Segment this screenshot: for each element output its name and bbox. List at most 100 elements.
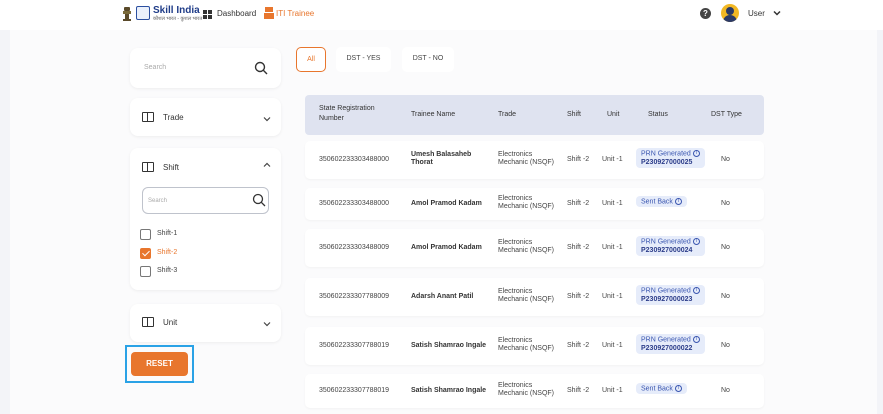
col-header-status: Status [648, 111, 668, 118]
unit: Unit -1 [602, 293, 623, 300]
status-badge: Sent Back i [636, 196, 687, 208]
info-icon[interactable]: i [692, 336, 700, 343]
trade: Electronics Mechanic (NSQF) [498, 239, 555, 254]
shift-filter-card: Shift [130, 148, 281, 290]
dashboard-grid-icon[interactable] [203, 10, 213, 19]
avatar[interactable] [721, 4, 739, 22]
book-icon [142, 317, 154, 327]
status-badge: PRN Generated i P230927000023 [636, 285, 705, 306]
prn-number: P230927000022 [641, 345, 693, 353]
status-text: Sent Back [641, 198, 673, 206]
shift: Shift -2 [567, 200, 590, 207]
trade: Electronics Mechanic (NSQF) [498, 382, 555, 397]
info-icon[interactable]: i [674, 385, 682, 392]
unit: Unit -1 [602, 387, 623, 394]
status-text: PRN Generated [641, 150, 691, 158]
trainee-name: Amol Pramod Kadam [411, 244, 482, 251]
sidebar-search-input[interactable]: Search [144, 64, 166, 71]
unit: Unit -1 [602, 244, 623, 251]
shift-option-label: Shift-1 [157, 230, 178, 237]
col-header-trade: Trade [498, 111, 517, 118]
brand-title[interactable]: Skill India [153, 5, 200, 16]
reg-number: 350602233303488000 [319, 156, 390, 163]
shift-filter-label[interactable]: Shift [163, 163, 179, 172]
table-row[interactable]: 350602233307788019 Satish Shamrao Ingale… [305, 374, 764, 408]
info-icon[interactable]: i [692, 238, 700, 245]
reg-number: 350602233303488009 [319, 244, 390, 251]
dst-type: No [721, 200, 730, 207]
status-badge: PRN Generated i P230927000022 [636, 334, 705, 355]
status-badge: PRN Generated i P230927000024 [636, 236, 705, 257]
trade: Electronics Mechanic (NSQF) [498, 195, 555, 210]
col-header-name: Trainee Name [411, 111, 456, 118]
search-icon[interactable] [254, 61, 268, 75]
trade: Electronics Mechanic (NSQF) [498, 288, 555, 303]
table-row[interactable]: 350602233303488000 Umesh Balasaheb Thora… [305, 141, 764, 179]
trainee-name: Satish Shamrao Ingale [411, 387, 487, 394]
status-text: PRN Generated [641, 238, 691, 246]
reset-button[interactable]: RESET [131, 352, 188, 376]
col-header-dst-type: DST Type [711, 111, 742, 118]
status-badge: Sent Back i [636, 383, 687, 395]
tab-all[interactable]: All [296, 47, 326, 72]
reg-number: 350602233307788019 [319, 387, 390, 394]
reg-number: 350602233307788009 [319, 293, 390, 300]
col-header-registration: State Registration Number [319, 105, 375, 122]
status-text: Sent Back [641, 385, 673, 393]
table-row[interactable]: 350602233303488000 Amol Pramod Kadam Ele… [305, 188, 764, 220]
tab-dst-yes[interactable]: DST - YES [336, 47, 391, 72]
dst-type: No [721, 293, 730, 300]
table-row[interactable]: 350602233307788009 Adarsh Anant Patil El… [305, 278, 764, 316]
search-icon[interactable] [252, 193, 266, 207]
col-header-unit: Unit [607, 111, 620, 118]
shift-search-placeholder: Search [148, 198, 168, 204]
shift-search-input[interactable]: Search [142, 187, 269, 214]
tab-dst-no[interactable]: DST - NO [402, 47, 454, 72]
user-menu-label[interactable]: User [748, 9, 765, 18]
chevron-down-icon[interactable] [263, 321, 271, 327]
unit-filter-card[interactable]: Unit [130, 304, 281, 342]
checkbox[interactable] [140, 229, 151, 240]
shift: Shift -2 [567, 342, 590, 349]
info-icon[interactable]: i [692, 150, 700, 157]
unit: Unit -1 [602, 342, 623, 349]
info-icon[interactable]: i [692, 287, 700, 294]
trade-filter-label: Trade [163, 113, 184, 122]
book-icon [142, 112, 154, 122]
trainee-name: Adarsh Anant Patil [411, 293, 474, 300]
trainee-name: Amol Pramod Kadam [411, 200, 482, 207]
prn-number: P230927000023 [641, 296, 693, 304]
reset-highlight: RESET [125, 345, 194, 383]
trade-filter-card[interactable]: Trade [130, 98, 281, 136]
trade: Electronics Mechanic (NSQF) [498, 337, 555, 352]
skill-india-logo-icon[interactable] [136, 6, 150, 20]
status-badge: PRN Generated i P230927000025 [636, 148, 705, 169]
prn-number: P230927000024 [641, 247, 693, 255]
table-row[interactable]: 350602233303488009 Amol Pramod Kadam Ele… [305, 229, 764, 267]
checkbox[interactable] [140, 266, 151, 277]
unit: Unit -1 [602, 156, 623, 163]
trainee-icon[interactable] [264, 7, 274, 19]
reg-number: 350602233303488000 [319, 200, 390, 207]
book-icon [142, 162, 154, 172]
shift-option-label: Shift-2 [157, 249, 178, 256]
dst-type: No [721, 387, 730, 394]
checkbox-checked[interactable] [140, 248, 151, 259]
shift: Shift -2 [567, 387, 590, 394]
info-icon[interactable]: i [674, 198, 682, 205]
chevron-up-icon[interactable] [263, 162, 271, 168]
chevron-down-icon[interactable] [773, 9, 781, 17]
col-header-shift: Shift [567, 111, 582, 118]
trade: Electronics Mechanic (NSQF) [498, 151, 555, 166]
shift: Shift -2 [567, 244, 590, 251]
shift: Shift -2 [567, 293, 590, 300]
unit: Unit -1 [602, 200, 623, 207]
national-emblem-icon [123, 7, 131, 21]
dst-type: No [721, 156, 730, 163]
help-icon[interactable]: ? [700, 8, 711, 19]
dst-type: No [721, 342, 730, 349]
table-row[interactable]: 350602233307788019 Satish Shamrao Ingale… [305, 327, 764, 365]
nav-dashboard-link[interactable]: Dashboard [217, 9, 256, 18]
chevron-down-icon[interactable] [263, 116, 271, 122]
nav-iti-trainee-link[interactable]: ITI Trainee [276, 9, 314, 18]
